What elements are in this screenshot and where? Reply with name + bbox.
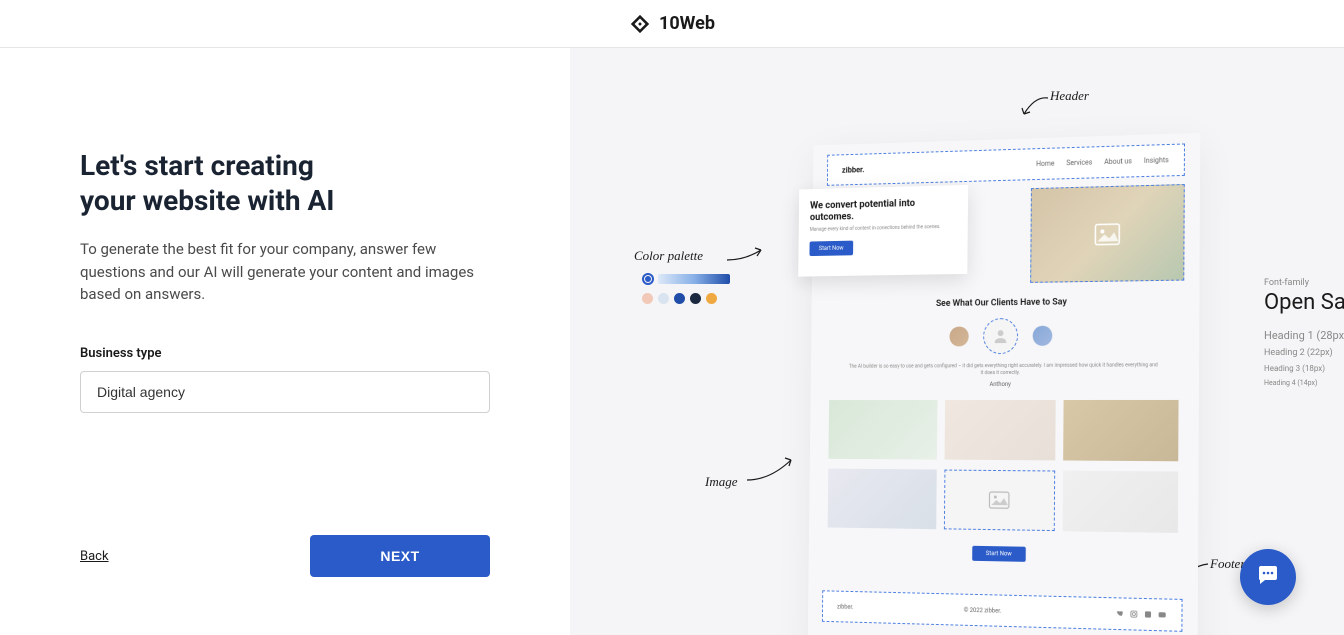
palette-row-primary [642, 273, 730, 285]
mockup-page: zibber. Home Services About us Insights … [807, 133, 1200, 635]
arrow-icon [725, 246, 765, 266]
app-header: 10Web [0, 0, 1344, 48]
palette-color-3 [674, 293, 685, 304]
mockup-header: zibber. Home Services About us Insights [827, 143, 1185, 185]
page-subtitle: To generate the best fit for your compan… [80, 238, 490, 306]
mockup-nav-item: Insights [1144, 156, 1169, 165]
main-layout: Let's start creating your website with A… [0, 48, 1344, 635]
mockup-avatar [949, 326, 968, 346]
typography-h1: Heading 1 (28px) [1264, 329, 1344, 342]
mockup-testimonials-title: See What Our Clients Have to Say [812, 296, 1200, 311]
image-placeholder-icon [988, 491, 1010, 509]
mockup-testimonial-name: Anthony [811, 380, 1199, 388]
chat-widget-button[interactable] [1240, 549, 1296, 605]
chat-icon [1255, 564, 1281, 590]
form-actions: Back NEXT [80, 535, 490, 577]
image-placeholder-icon [1094, 223, 1120, 246]
mockup-hero-image-placeholder [1030, 184, 1185, 283]
mockup-gallery-placeholder [944, 470, 1056, 532]
twitter-icon [1116, 610, 1124, 618]
mockup-hero-subtitle: Manage every kind of content in conectio… [810, 224, 957, 234]
mockup-gallery-row2 [828, 469, 1179, 533]
typography-h4: Heading 4 (14px) [1264, 379, 1344, 387]
mockup-avatars [811, 316, 1199, 355]
mockup-hero-button: Start Now [809, 240, 852, 255]
preview-panel: Header Color palette Image Footer [570, 48, 1344, 635]
business-type-label: Business type [80, 346, 490, 361]
brand-name: 10Web [659, 13, 715, 34]
linkedin-icon [1144, 610, 1152, 618]
palette-row-secondary [642, 293, 730, 304]
instagram-icon [1130, 610, 1138, 618]
arrow-icon [745, 454, 795, 484]
mockup-hero-title: We convert potential into outcomes. [810, 197, 957, 224]
mockup-gallery-image [944, 400, 1056, 460]
color-palette-swatches [642, 273, 730, 304]
youtube-icon [1158, 611, 1166, 619]
preview-canvas: Header Color palette Image Footer [630, 78, 1324, 635]
mockup-brand: zibber. [842, 165, 865, 174]
mockup-nav-item: About us [1104, 157, 1132, 166]
font-family-value: Open Sans [1264, 290, 1344, 315]
mockup-gallery-image [1063, 471, 1178, 533]
arrow-icon [1020, 92, 1050, 122]
mockup-footer: zibber. © 2022 zibber. [822, 590, 1183, 632]
typography-h3: Heading 3 (18px) [1264, 364, 1344, 373]
mockup-footer-copyright: © 2022 zibber. [964, 606, 1002, 614]
back-link[interactable]: Back [80, 549, 109, 564]
palette-color-4 [690, 293, 701, 304]
mockup-hero-card: We convert potential into outcomes. Mana… [798, 185, 968, 277]
palette-gradient-bar [658, 274, 730, 284]
annotation-header: Header [1050, 88, 1089, 104]
next-button[interactable]: NEXT [310, 535, 490, 577]
mockup-avatar-placeholder [983, 318, 1018, 354]
palette-color-5 [706, 293, 717, 304]
page-title: Let's start creating your website with A… [80, 148, 490, 218]
typography-panel: Font-family Open Sans Heading 1 (28px) H… [1264, 278, 1344, 393]
annotation-image: Image [705, 474, 738, 490]
annotation-color-palette: Color palette [634, 248, 703, 264]
business-type-input[interactable] [80, 371, 490, 413]
palette-check-icon [642, 273, 654, 285]
heading-line-1: Let's start creating [80, 149, 314, 182]
mockup-nav-item: Services [1066, 158, 1092, 167]
heading-line-2: your website with AI [80, 184, 334, 217]
logo-icon [629, 13, 651, 35]
form-panel: Let's start creating your website with A… [0, 48, 570, 635]
mockup-gallery-row1 [828, 400, 1178, 461]
mockup-nav: Home Services About us Insights [1036, 156, 1169, 168]
font-family-label: Font-family [1264, 278, 1344, 288]
mockup-footer-brand: zibber. [837, 603, 854, 610]
user-icon [993, 328, 1009, 344]
mockup-nav-item: Home [1036, 160, 1054, 169]
mockup-avatar [1033, 326, 1053, 346]
mockup-testimonial-text: The AI builder is so easy to use and get… [848, 362, 1159, 377]
mockup-gallery-image [1063, 400, 1178, 461]
mockup-gallery-image [828, 400, 937, 460]
brand-logo: 10Web [629, 13, 715, 35]
mockup-cta-button: Start Now [972, 546, 1025, 562]
palette-color-2 [658, 293, 669, 304]
palette-color-1 [642, 293, 653, 304]
mockup-social-icons [1116, 610, 1166, 620]
mockup-gallery-image [828, 469, 937, 530]
typography-h2: Heading 2 (22px) [1264, 348, 1344, 358]
